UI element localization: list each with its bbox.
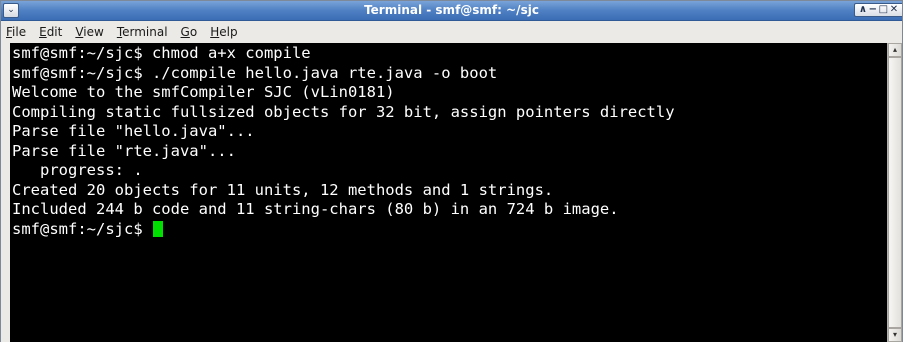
maximize-button[interactable]: □ xyxy=(879,3,888,17)
terminal-window: ⌄ Terminal - smf@smf: ~/sjc ∧ − □ ✕ File… xyxy=(0,0,903,342)
terminal-line: Included 244 b code and 11 string-chars … xyxy=(12,200,619,218)
terminal-line: Compiling static fullsized objects for 3… xyxy=(12,102,675,121)
terminal-prompt-line[interactable]: smf@smf:~/sjc$ xyxy=(12,220,887,240)
scroll-down-button[interactable]: ▾ xyxy=(888,328,902,342)
close-button[interactable]: ✕ xyxy=(890,3,898,17)
shell-prompt: smf@smf:~/sjc$ xyxy=(12,219,152,238)
menu-terminal[interactable]: Terminal xyxy=(116,25,169,39)
menu-help[interactable]: Help xyxy=(209,25,238,39)
scroll-up-button[interactable]: ▴ xyxy=(888,43,902,57)
terminal-line: Parse file "hello.java"... xyxy=(12,122,255,140)
terminal-line: progress: . xyxy=(12,161,143,179)
left-gutter xyxy=(1,43,10,342)
menu-bar: File Edit View Terminal Go Help xyxy=(1,21,902,42)
menu-go[interactable]: Go xyxy=(180,25,199,39)
shade-button[interactable]: − xyxy=(869,3,877,17)
arrow-up-icon: ▴ xyxy=(892,45,897,54)
terminal-line: Parse file "rte.java"... xyxy=(12,141,236,160)
title-bar[interactable]: ⌄ Terminal - smf@smf: ~/sjc ∧ − □ ✕ xyxy=(1,1,902,21)
scroll-thumb[interactable] xyxy=(888,57,902,328)
minimize-button[interactable]: ∧ xyxy=(859,3,867,17)
terminal-line: Created 20 objects for 11 units, 12 meth… xyxy=(12,180,554,199)
vertical-scrollbar[interactable]: ▴ ▾ xyxy=(887,43,902,342)
text-cursor xyxy=(152,220,163,237)
terminal-line: Welcome to the smfCompiler SJC (vLin0181… xyxy=(12,83,395,101)
menu-edit[interactable]: Edit xyxy=(38,25,63,39)
menu-view[interactable]: View xyxy=(74,25,104,39)
terminal-output[interactable]: smf@smf:~/sjc$ chmod a+x compile smf@smf:… xyxy=(10,43,887,342)
window-title: Terminal - smf@smf: ~/sjc xyxy=(364,3,539,17)
window-controls: ∧ − □ ✕ xyxy=(854,3,902,17)
menu-file[interactable]: File xyxy=(5,25,27,39)
terminal-line: smf@smf:~/sjc$ ./compile hello.java rte.… xyxy=(12,63,498,82)
terminal-line: smf@smf:~/sjc$ chmod a+x compile xyxy=(12,44,311,62)
arrow-down-icon: ▾ xyxy=(892,330,897,339)
